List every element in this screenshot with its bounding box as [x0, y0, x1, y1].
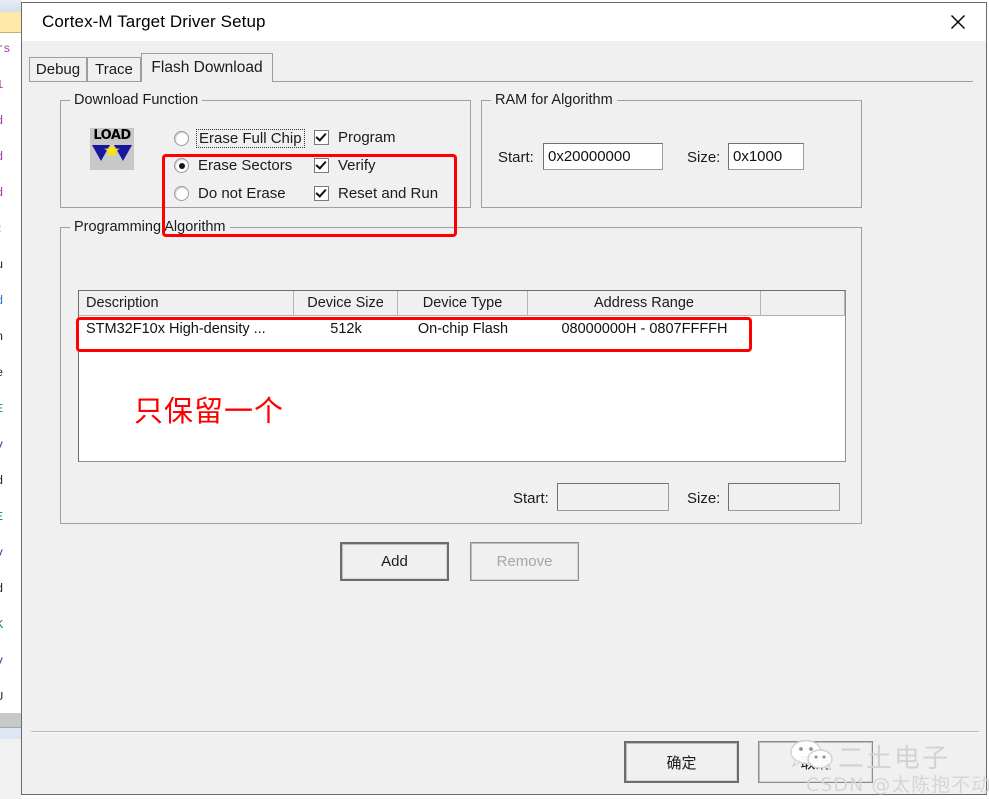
background-code-fragment: 1: [0, 78, 3, 92]
radio-erase-sectors[interactable]: Erase Sectors: [174, 157, 292, 174]
background-code-fragment: d: [0, 474, 3, 488]
checkbox-program-label: Program: [338, 129, 396, 146]
tab-trace-label: Trace: [95, 61, 133, 78]
radio-do-not-erase-label: Do not Erase: [198, 185, 286, 202]
background-code-fragment: d: [0, 582, 3, 596]
background-code-fragment: E: [0, 510, 3, 524]
radio-do-not-erase-indicator: [174, 186, 189, 201]
background-code-fragment: d: [0, 294, 3, 308]
ok-button-label: 确定: [666, 753, 697, 772]
background-code-fragment: :: [0, 222, 3, 236]
ok-button[interactable]: 确定: [624, 741, 739, 783]
radio-erase-sectors-label: Erase Sectors: [198, 157, 293, 174]
title-bar: Cortex-M Target Driver Setup: [22, 3, 986, 41]
radio-erase-full-chip-label: Erase Full Chip: [196, 129, 305, 148]
checkbox-reset-and-run-label: Reset and Run: [338, 185, 439, 202]
ram-start-label: Start:: [498, 149, 534, 166]
background-status-bar: [0, 713, 22, 727]
dialog-client-area: Debug Trace Flash Download Download Func…: [22, 41, 986, 794]
algorithm-list[interactable]: Description Device Size Device Type Addr…: [78, 290, 846, 462]
add-button-label: Add: [381, 553, 408, 570]
background-desktop: [0, 739, 22, 799]
checkbox-verify-indicator: [314, 158, 329, 173]
checkbox-verify[interactable]: Verify: [314, 157, 376, 174]
background-code-fragment: E: [0, 402, 3, 416]
cell-description: STM32F10x High-density ...: [86, 321, 266, 337]
tab-debug-label: Debug: [35, 61, 81, 78]
checkbox-program[interactable]: Program: [314, 129, 396, 146]
background-code-fragment: d: [0, 186, 3, 200]
background-code-fragment: v: [0, 654, 3, 668]
algorithm-list-header: Description Device Size Device Type Addr…: [79, 291, 845, 316]
download-function-group: Download Function LOAD Erase Full Chip E…: [60, 92, 471, 208]
checkbox-reset-and-run[interactable]: Reset and Run: [314, 185, 438, 202]
ram-for-algorithm-group: RAM for Algorithm Start: 0x20000000 Size…: [481, 92, 862, 208]
load-icon-arrow-right: [114, 145, 132, 161]
background-code-fragment: u: [0, 258, 3, 272]
programming-algorithm-group: Programming Algorithm Description Device…: [60, 219, 862, 524]
algorithm-size-label: Size:: [687, 490, 721, 507]
programming-algorithm-title: Programming Algorithm: [70, 219, 230, 235]
cell-extra: [761, 316, 845, 342]
checkbox-verify-label: Verify: [338, 157, 376, 174]
load-icon-arrow-left: [92, 145, 110, 161]
ram-start-input[interactable]: 0x20000000: [543, 143, 663, 170]
algorithm-size-input[interactable]: [728, 483, 840, 511]
tab-flash-download-label: Flash Download: [151, 59, 263, 76]
ram-for-algorithm-title: RAM for Algorithm: [491, 92, 617, 108]
remove-button-label: Remove: [496, 553, 553, 570]
radio-erase-sectors-indicator: [174, 158, 189, 173]
background-code-fragment: rs: [0, 42, 11, 56]
background-code-strip: rs 1 d d d: u d n e Ev d Ev d Kv U: [0, 0, 22, 799]
remove-button[interactable]: Remove: [470, 542, 579, 581]
column-header-spacer[interactable]: [761, 291, 845, 315]
column-header-device-type[interactable]: Device Type: [398, 291, 528, 315]
tab-flash-download[interactable]: Flash Download: [141, 53, 273, 82]
background-code-fragment: v: [0, 438, 3, 452]
radio-erase-full-chip[interactable]: Erase Full Chip: [174, 129, 305, 148]
add-button[interactable]: Add: [340, 542, 449, 581]
background-code-fragment: v: [0, 546, 3, 560]
cancel-button[interactable]: 取消: [758, 741, 873, 783]
annotation-note: 只保留一个: [134, 394, 285, 428]
cell-device-size: 512k: [330, 321, 362, 337]
algorithm-start-label: Start:: [513, 490, 549, 507]
load-icon-label: LOAD: [93, 128, 131, 143]
cortex-m-target-driver-setup-dialog: Cortex-M Target Driver Setup Debug Trace…: [21, 2, 987, 795]
background-code-fragment: d: [0, 114, 3, 128]
close-icon[interactable]: [930, 3, 986, 41]
checkbox-reset-and-run-indicator: [314, 186, 329, 201]
background-code-fragment: d: [0, 150, 3, 164]
cell-device-type: On-chip Flash: [417, 321, 509, 337]
column-header-address-range[interactable]: Address Range: [528, 291, 761, 315]
footer-separator: [31, 731, 979, 733]
ram-size-input[interactable]: 0x1000: [728, 143, 804, 170]
column-header-device-size[interactable]: Device Size: [294, 291, 398, 315]
radio-do-not-erase[interactable]: Do not Erase: [174, 185, 286, 202]
tab-trace[interactable]: Trace: [87, 57, 141, 81]
load-icon: LOAD: [90, 128, 134, 170]
algorithm-start-input[interactable]: [557, 483, 669, 511]
background-code-fragment: K: [0, 618, 3, 632]
window-title: Cortex-M Target Driver Setup: [42, 12, 266, 31]
tab-bar: Debug Trace Flash Download: [29, 53, 973, 83]
download-function-title: Download Function: [70, 92, 203, 108]
background-code-fragment: e: [0, 366, 3, 380]
ram-size-label: Size:: [687, 149, 721, 166]
checkbox-program-indicator: [314, 130, 329, 145]
cancel-button-label: 取消: [800, 753, 831, 772]
background-tab-row: [0, 12, 22, 33]
tab-active-mask: [142, 81, 272, 83]
background-code-fragment: U: [0, 690, 3, 704]
column-header-description[interactable]: Description: [79, 291, 294, 315]
radio-erase-full-chip-indicator: [174, 131, 189, 146]
tab-debug[interactable]: Debug: [29, 57, 87, 81]
table-row[interactable]: STM32F10x High-density ... 512k On-chip …: [79, 316, 845, 342]
background-code-fragment: n: [0, 330, 3, 344]
cell-address-range: 08000000H - 0807FFFFH: [561, 321, 728, 337]
